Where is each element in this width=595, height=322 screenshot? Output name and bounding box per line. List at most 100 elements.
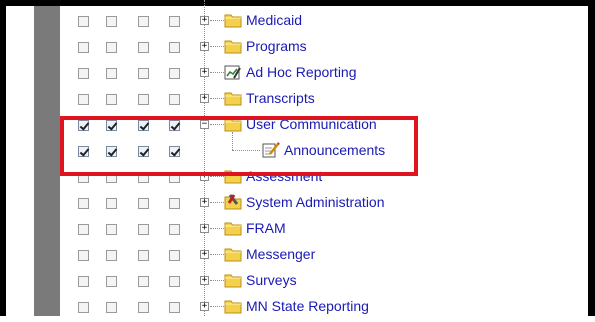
tree-row: Announcements — [0, 132, 580, 166]
tree-connector-line — [232, 150, 260, 151]
permission-checkbox[interactable] — [138, 250, 149, 261]
permission-checkbox[interactable] — [106, 94, 117, 105]
tree-row: + Surveys — [0, 270, 580, 296]
permission-checkbox[interactable] — [169, 302, 180, 313]
permission-checkbox[interactable] — [169, 146, 180, 157]
tree-connector-line — [210, 280, 224, 281]
permission-checkbox[interactable] — [138, 302, 149, 313]
tree-row: + Transcripts — [0, 88, 580, 114]
permission-checkbox[interactable] — [106, 120, 117, 131]
permission-checkbox[interactable] — [106, 224, 117, 235]
permission-checkbox[interactable] — [169, 42, 180, 53]
tree-item-label[interactable]: Assessment — [246, 168, 322, 184]
tree-connector-line — [210, 72, 224, 73]
permission-checkbox[interactable] — [138, 68, 149, 79]
permission-checkbox[interactable] — [78, 276, 89, 287]
permission-checkbox[interactable] — [169, 120, 180, 131]
collapse-icon[interactable]: − — [200, 120, 209, 129]
permission-checkbox[interactable] — [169, 198, 180, 209]
permission-checkbox[interactable] — [78, 146, 89, 157]
folder-icon — [224, 220, 242, 236]
permission-checkbox[interactable] — [138, 94, 149, 105]
tree-connector-line — [210, 98, 224, 99]
tree-connector-line — [210, 176, 224, 177]
folder-icon — [224, 90, 242, 106]
tree-row: + Ad Hoc Reporting — [0, 62, 580, 88]
permission-checkbox[interactable] — [78, 16, 89, 27]
permission-checkbox[interactable] — [169, 16, 180, 27]
tree-row: − User Communication — [0, 114, 580, 140]
permission-checkbox[interactable] — [169, 68, 180, 79]
tree-item-label[interactable]: Transcripts — [246, 90, 315, 106]
permission-checkbox[interactable] — [106, 302, 117, 313]
admin-tools-icon — [224, 194, 242, 210]
expand-icon[interactable]: + — [200, 224, 209, 233]
expand-icon[interactable]: + — [200, 250, 209, 259]
permission-checkbox[interactable] — [78, 172, 89, 183]
permission-checkbox[interactable] — [169, 94, 180, 105]
expand-icon[interactable]: + — [200, 16, 209, 25]
folder-icon — [224, 116, 242, 132]
permission-checkbox[interactable] — [78, 68, 89, 79]
tree-item-label[interactable]: Programs — [246, 38, 307, 54]
permission-checkbox[interactable] — [138, 198, 149, 209]
permission-checkbox[interactable] — [138, 172, 149, 183]
tree-item-label[interactable]: MN State Reporting — [246, 298, 369, 314]
tree-item-label[interactable]: User Communication — [246, 116, 377, 132]
note-edit-icon — [262, 142, 280, 158]
folder-icon — [224, 272, 242, 288]
permission-checkbox[interactable] — [106, 146, 117, 157]
permission-checkbox[interactable] — [138, 276, 149, 287]
permission-checkbox[interactable] — [106, 250, 117, 261]
permission-checkbox[interactable] — [138, 146, 149, 157]
expand-icon[interactable]: + — [200, 198, 209, 207]
report-icon — [224, 64, 242, 80]
tree-item-label[interactable]: Messenger — [246, 246, 315, 262]
tree-connector-line — [210, 306, 224, 307]
tree-row: + System Administration — [0, 192, 580, 218]
expand-icon[interactable]: + — [200, 172, 209, 181]
expand-icon[interactable]: + — [200, 276, 209, 285]
permission-checkbox[interactable] — [169, 224, 180, 235]
expand-icon[interactable]: + — [200, 68, 209, 77]
permission-checkbox[interactable] — [106, 172, 117, 183]
tree-connector-line — [210, 254, 224, 255]
tree-connector-line — [210, 46, 224, 47]
permission-checkbox[interactable] — [78, 94, 89, 105]
permission-checkbox[interactable] — [78, 198, 89, 209]
window-border-right — [588, 0, 595, 316]
permission-checkbox[interactable] — [138, 16, 149, 27]
permission-checkbox[interactable] — [138, 120, 149, 131]
expand-icon[interactable]: + — [200, 42, 209, 51]
folder-icon — [224, 12, 242, 28]
permission-checkbox[interactable] — [78, 42, 89, 53]
tree-row: + MN State Reporting — [0, 296, 580, 322]
permission-checkbox[interactable] — [78, 302, 89, 313]
tree-item-label[interactable]: Announcements — [284, 142, 385, 158]
permission-checkbox[interactable] — [106, 276, 117, 287]
permission-checkbox[interactable] — [78, 224, 89, 235]
permission-checkbox[interactable] — [106, 198, 117, 209]
permission-checkbox[interactable] — [78, 250, 89, 261]
tree-item-label[interactable]: FRAM — [246, 220, 286, 236]
tree-row: + Medicaid — [0, 10, 580, 36]
expand-icon[interactable]: + — [200, 302, 209, 311]
permission-checkbox[interactable] — [169, 250, 180, 261]
permission-checkbox[interactable] — [106, 16, 117, 27]
tree-row: + Messenger — [0, 244, 580, 270]
tree-item-label[interactable]: Surveys — [246, 272, 297, 288]
permission-checkbox[interactable] — [138, 42, 149, 53]
folder-icon — [224, 38, 242, 54]
permission-checkbox[interactable] — [169, 276, 180, 287]
tree-connector-line — [232, 132, 233, 150]
tree-item-label[interactable]: Ad Hoc Reporting — [246, 64, 357, 80]
tree-item-label[interactable]: Medicaid — [246, 12, 302, 28]
expand-icon[interactable]: + — [200, 94, 209, 103]
permission-checkbox[interactable] — [78, 120, 89, 131]
tree-item-label[interactable]: System Administration — [246, 194, 385, 210]
permission-checkbox[interactable] — [169, 172, 180, 183]
permission-checkbox[interactable] — [106, 42, 117, 53]
permission-checkbox[interactable] — [138, 224, 149, 235]
permission-checkbox[interactable] — [106, 68, 117, 79]
tree-connector-line — [210, 124, 224, 125]
